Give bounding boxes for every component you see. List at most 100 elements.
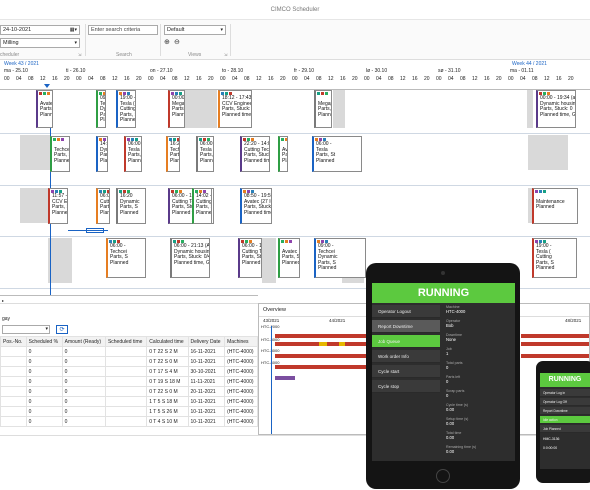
column-header[interactable]: Machines xyxy=(224,336,258,347)
table-row[interactable]: 00 1 T 5 S 18 M 10-11-2021 (HTC-4000) xyxy=(0,396,258,407)
task-card[interactable]: 09:00 - Techcei Dynamic Parts, S Planned xyxy=(96,90,106,128)
group-label: gay xyxy=(2,316,11,322)
table-row[interactable]: 00 0 T 17 S 4 M 30-10-2021 (HTC-4000) xyxy=(0,366,258,377)
hour-label: 08 xyxy=(388,76,394,82)
table-cell xyxy=(104,366,148,377)
column-header[interactable]: Scheduled time xyxy=(104,336,148,347)
column-header[interactable]: Amount (Ready) xyxy=(61,336,106,347)
zoom-out-icon[interactable]: ⊖ xyxy=(174,38,180,46)
task-card[interactable]: Avatec Parts, S Planned xyxy=(278,136,288,172)
task-card[interactable]: 19:00 - Tesla ( Cutting Parts, S Planned xyxy=(116,90,136,128)
task-card[interactable]: 14:52 - 2 Dynamic Parts, St Planned xyxy=(96,136,108,172)
task-card[interactable]: Techcenti Parts, Stuck Planned xyxy=(50,136,70,172)
task-card[interactable]: Megapa Parts, S Planned xyxy=(314,90,332,128)
table-cell xyxy=(0,416,27,427)
table-row[interactable]: 00 0 T 22 S 0 M 20-11-2021 (HTC-4000) xyxy=(0,386,258,397)
machine-select[interactable]: Milling ▾ xyxy=(0,38,80,48)
phone-menu-item[interactable]: Operator Log Off xyxy=(540,398,590,406)
task-card[interactable]: 14:02 - 14:12 (a Cutting Technolo Parts,… xyxy=(192,188,212,224)
tablet-menu-item[interactable]: Cycle stop xyxy=(372,380,440,393)
phone-menu-item[interactable]: Operator Log in xyxy=(540,389,590,397)
table-row[interactable]: 00 0 T 22 S 2 M 16-11-2021 (HTC-4000) xyxy=(0,346,258,357)
table-cell xyxy=(0,366,27,377)
table-cell xyxy=(104,346,148,357)
task-card[interactable]: 00:00 - 23: Megaparts (D) Parts, Stuck: … xyxy=(168,90,185,128)
table-cell: (HTC-4000) xyxy=(224,416,258,427)
window-title: CIMCO Scheduler xyxy=(270,7,320,13)
task-card[interactable]: 06:00 - Tesla Parts, St Planned xyxy=(312,136,362,172)
phone-status-banner: RUNNING xyxy=(540,373,590,387)
hour-label: 20 xyxy=(424,76,430,82)
task-card[interactable]: 11:57 - 2 CCV Engine Parts, Stuck Planne… xyxy=(48,188,68,224)
table-row[interactable]: 00 0 T 4 S 10 M 10-11-2021 (HTC-4000) xyxy=(0,416,258,427)
tablet-menu-item[interactable]: Job Queue xyxy=(372,335,440,348)
task-card[interactable]: 06:00 - Techcei Parts, S Planned xyxy=(106,238,146,278)
task-card[interactable]: 16:20 Dynamic Parts, S Planned xyxy=(116,188,146,224)
hour-label: 12 xyxy=(40,76,46,82)
table-cell: 0 xyxy=(25,346,63,357)
refresh-icon[interactable]: ⟳ xyxy=(56,325,68,334)
status-dots-icon xyxy=(53,138,67,141)
tablet-menu-item[interactable]: Work order Info xyxy=(372,350,440,363)
hour-label: 04 xyxy=(160,76,166,82)
zoom-in-icon[interactable]: ⊕ xyxy=(164,38,170,46)
panel-header: ▸ xyxy=(0,298,258,304)
hour-label: 16 xyxy=(340,76,346,82)
machine-value: Milling xyxy=(3,40,19,46)
task-card[interactable]: Maintenance Planned xyxy=(532,188,578,224)
orders-table: Pos.-No. Scheduled % Amount (Ready) Schedul… xyxy=(0,336,258,427)
table-cell: 10-11-2021 xyxy=(187,356,226,367)
task-card[interactable]: 06:00 - 22:00 (A Cutting Techno Parts, S… xyxy=(96,188,110,224)
phone-menu-item[interactable]: Report Downtime xyxy=(540,407,590,415)
task-card[interactable]: 06:00 - 19:17 (A Cutting Techno Parts, S… xyxy=(238,238,262,278)
expand-icon[interactable]: ⇲ xyxy=(78,52,81,57)
hour-label: 16 xyxy=(268,76,274,82)
table-cell: (HTC-4000) xyxy=(224,346,258,357)
task-card[interactable]: 19:00 - Tesla ( Cutting Parts, S Planned xyxy=(532,238,577,278)
date-picker[interactable]: 24-10-2021 ▦▾ xyxy=(0,25,80,35)
task-card[interactable]: Avatec Parts, S Planned xyxy=(278,238,300,278)
group-select[interactable]: ▾ xyxy=(2,325,50,334)
hour-label: 04 xyxy=(16,76,22,82)
table-cell: 0 T 22 S 0 M xyxy=(146,356,189,367)
task-card[interactable]: 16:20 Techcei Parts, S Planned xyxy=(166,136,180,172)
tablet-menu-item[interactable]: Operator Logout xyxy=(372,305,440,318)
table-row[interactable]: 00 1 T 5 S 26 M 10-11-2021 (HTC-4000) xyxy=(0,406,258,417)
phone-menu-item[interactable]: Idle action xyxy=(540,416,590,424)
table-cell: 0 xyxy=(61,366,106,377)
day-label: ma - 01.11 xyxy=(510,68,534,74)
table-cell: 0 T 22 S 2 M xyxy=(146,346,189,357)
overview-week: 44/2021 xyxy=(329,318,346,323)
table-row[interactable]: 00 0 T 19 S 18 M 11-11-2021 (HTC-4000) xyxy=(0,376,258,387)
tablet-field: Downtime None xyxy=(446,333,462,342)
now-marker-icon[interactable] xyxy=(44,84,50,88)
tablet-menu-item[interactable]: Report Downtime xyxy=(372,320,440,333)
expand-icon[interactable]: ⇲ xyxy=(224,52,227,57)
task-card[interactable]: 06:00 - 22:00 (A200 Tesla (T) housing Pa… xyxy=(196,136,214,172)
tablet-field-value: 0.00 xyxy=(446,421,455,426)
task-card[interactable]: 06:00 - Tesla Parts, St Planned xyxy=(124,136,142,172)
view-select[interactable]: Default ▾ xyxy=(164,25,226,35)
task-card[interactable]: 18:12 - 17:43 (A CCV Engineer Parts, Stu… xyxy=(218,90,252,128)
column-header[interactable]: Delivery Date xyxy=(187,336,226,347)
task-card[interactable]: 09:00 - Techcei Dynamic Parts, S Planned xyxy=(314,238,366,278)
table-cell: 0 xyxy=(61,386,106,397)
task-card[interactable]: 00:00 - 19:34 (a Dynamic housing Parts, … xyxy=(536,90,576,128)
column-header[interactable]: Calculated time xyxy=(146,336,189,347)
column-header[interactable]: Scheduled % xyxy=(25,336,63,347)
tablet-menu-item[interactable]: Cycle start xyxy=(372,365,440,378)
task-card[interactable]: Avatec Parts, S Planned xyxy=(36,90,53,128)
drag-handle-icon[interactable]: ▸ xyxy=(2,298,4,303)
search-input[interactable]: Enter search criteria xyxy=(88,25,158,35)
task-card[interactable]: 06:00 - 21:13 (A10 Dynamic housing (2 Pa… xyxy=(170,238,210,278)
table-cell xyxy=(104,356,148,367)
column-header[interactable]: Pos.-No. xyxy=(0,336,27,347)
task-card[interactable]: 08:50 - 19:59 ( Avatec (27 IC Parts, Stu… xyxy=(240,188,272,224)
current-time-line xyxy=(271,326,272,434)
calendar-icon[interactable]: ▦▾ xyxy=(70,26,77,34)
phone-menu-item[interactable]: Job Planned xyxy=(540,425,590,433)
home-button-icon[interactable] xyxy=(436,469,450,483)
tablet-field-value: 0.00 xyxy=(446,435,455,440)
task-card[interactable]: 22:20 - 14:00 (a Cutting Technolo Parts,… xyxy=(240,136,270,172)
table-row[interactable]: 00 0 T 22 S 0 M 10-11-2021 (HTC-4000) xyxy=(0,356,258,367)
